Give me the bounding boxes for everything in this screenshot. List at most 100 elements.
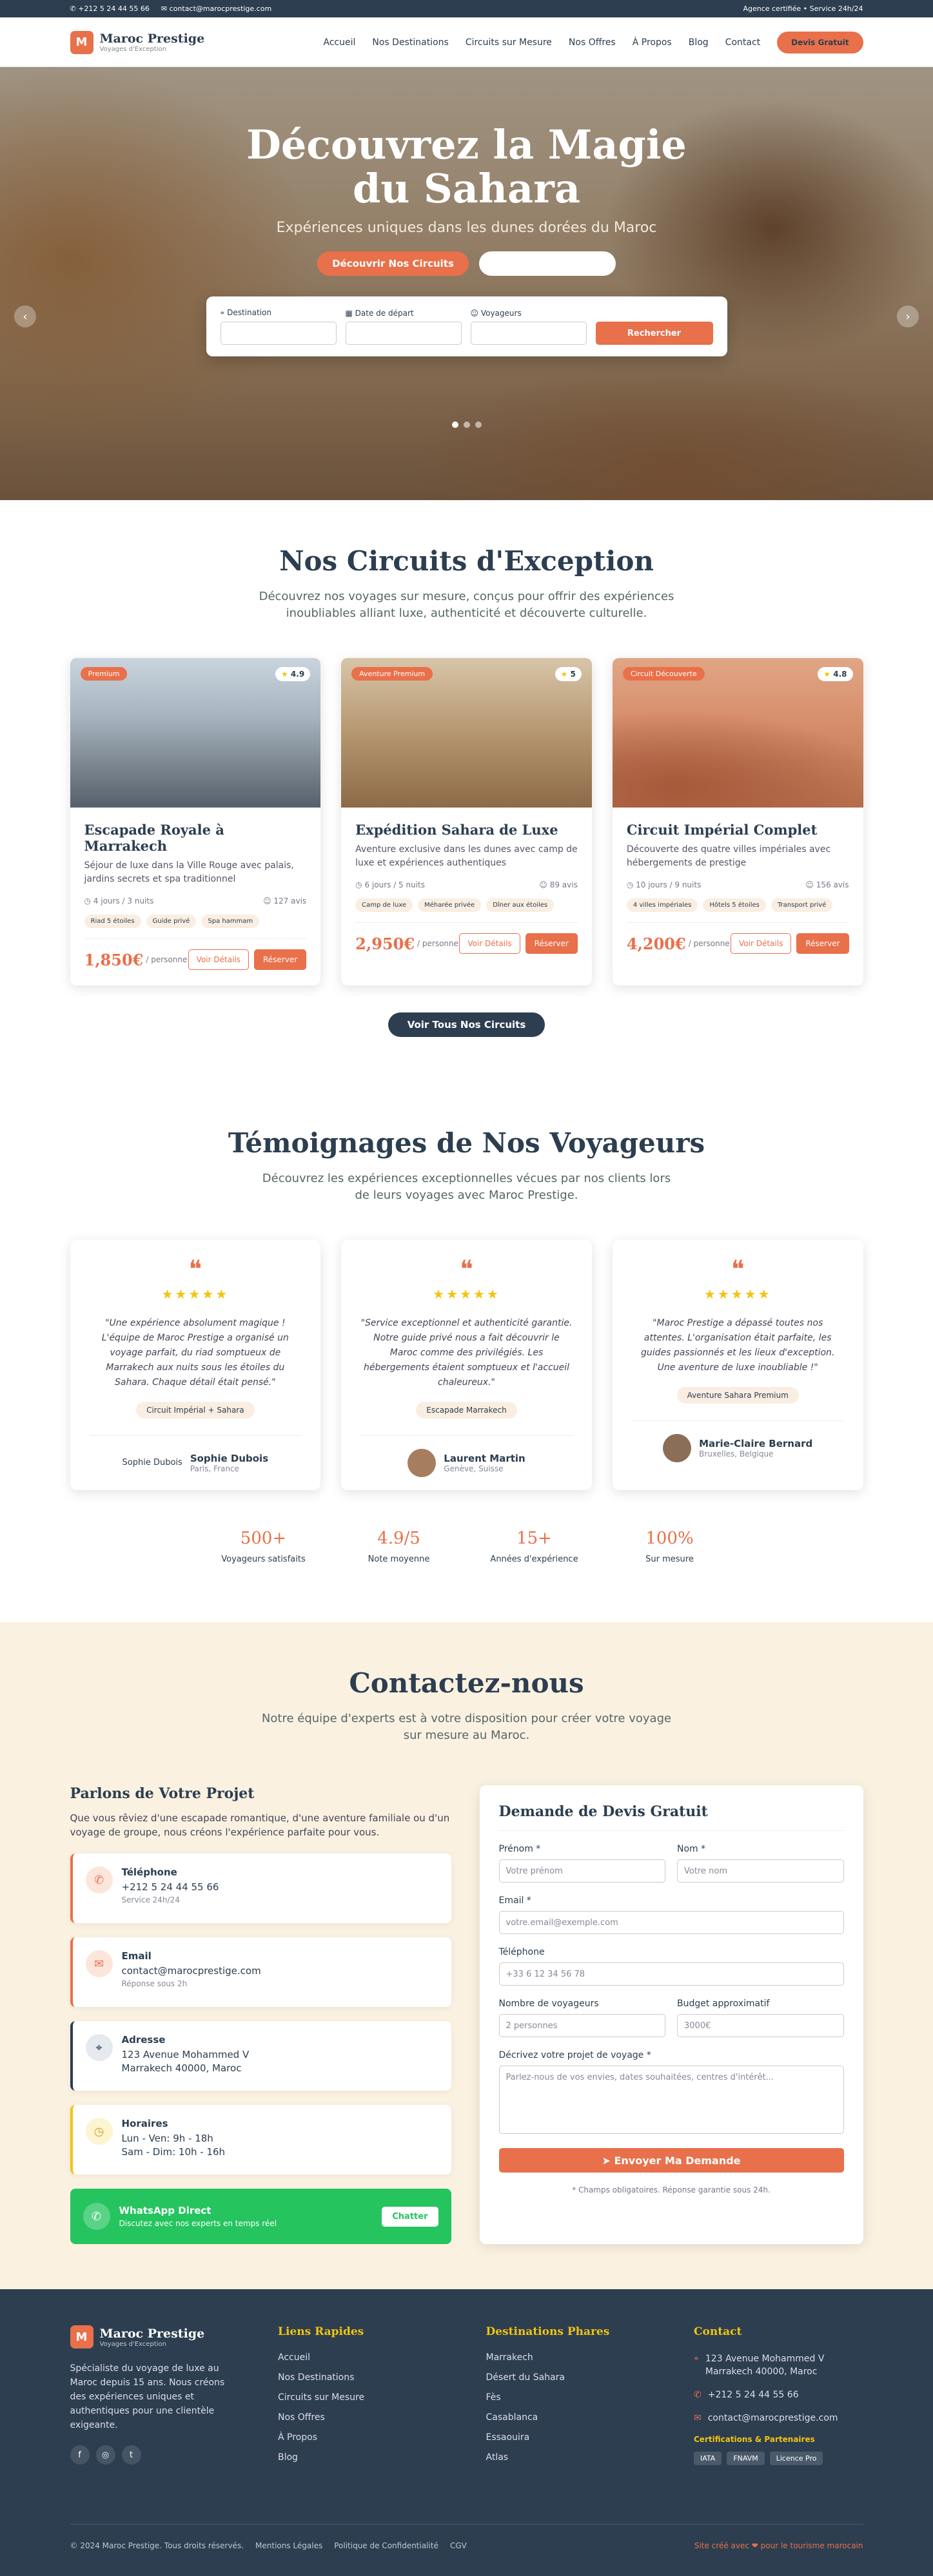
send-button[interactable]: ➤ Envoyer Ma Demande (498, 2148, 844, 2173)
reviews-text: 89 avis (549, 880, 578, 889)
contact-phone[interactable]: ✆ Téléphone +212 5 24 44 55 66 Service 24h… (70, 1854, 451, 1923)
price-per: / personne (688, 939, 730, 948)
testimonial-tag: Circuit Impérial + Sahara (136, 1402, 255, 1419)
book-button[interactable]: Réserver (796, 933, 849, 954)
footer-phone[interactable]: ✆ +212 5 24 44 55 66 (694, 2388, 863, 2401)
circuit-card[interactable]: Aventure Premium ★ 5 Expédition Sahara d… (341, 658, 592, 985)
chat-button[interactable]: Chatter (382, 2206, 438, 2227)
instagram-icon[interactable]: ◎ (95, 2445, 115, 2465)
facebook-icon[interactable]: f (70, 2445, 90, 2465)
footer-link[interactable]: Blog (278, 2452, 447, 2463)
footer-link[interactable]: Nos Destinations (278, 2372, 447, 2383)
carousel-dot[interactable] (451, 421, 458, 428)
phone-icon: ✆ (694, 2390, 702, 2400)
circuit-card[interactable]: Circuit Découverte ★ 4.8 Circuit Impéria… (612, 658, 863, 985)
project-textarea[interactable]: Parlez-nous de vos envies, dates souhait… (498, 2066, 844, 2134)
carousel-dots (451, 421, 482, 428)
travelers-select[interactable]: 2 personnes (498, 2014, 665, 2037)
author-city: Bruxelles, Belgique (699, 1449, 774, 1458)
nav-apropos[interactable]: À Propos (633, 37, 672, 48)
circuit-duration: ◷ 4 jours / 3 nuits (84, 896, 154, 905)
stat-label: Années d'expérience (490, 1554, 578, 1564)
nav-accueil[interactable]: Accueil (323, 37, 355, 48)
nav-blog[interactable]: Blog (689, 37, 709, 48)
search-button[interactable]: Rechercher (595, 322, 713, 345)
nav-contact[interactable]: Contact (725, 37, 760, 48)
hero-prev-icon[interactable]: ‹ (14, 305, 36, 327)
date-input[interactable] (345, 322, 462, 345)
book-button[interactable]: Réserver (254, 949, 307, 970)
book-button[interactable]: Réserver (525, 933, 578, 954)
footer-link[interactable]: Circuits sur Mesure (278, 2392, 447, 2403)
duration-text: 4 jours / 3 nuits (93, 896, 154, 905)
legal-link[interactable]: Mentions Légales (255, 2541, 322, 2550)
stars-icon: ★★★★★ (161, 1286, 230, 1302)
footer-destination[interactable]: Fès (486, 2392, 656, 2403)
phone-field[interactable]: +33 6 12 34 56 78 (498, 1962, 844, 1986)
footer-phone-text: +212 5 24 44 55 66 (707, 2390, 799, 2400)
circuit-card[interactable]: Premium ★ 4.9 Escapade Royale à Marrakec… (70, 658, 321, 985)
contact-title: Contactez-nous (349, 1667, 584, 1699)
testimonial-card: ❝ ★★★★★ "Une expérience absolument magiq… (70, 1240, 321, 1490)
firstname-label: Prénom * (498, 1844, 541, 1854)
details-button[interactable]: Voir Détails (188, 949, 249, 970)
top-right-text: Agence certifiée • Service 24h/24 (743, 5, 863, 13)
destination-input[interactable] (220, 322, 337, 345)
avatar: Sophie Dubois (122, 1449, 182, 1477)
footer-link[interactable]: Accueil (278, 2352, 447, 2363)
nav-circuits[interactable]: Circuits sur Mesure (466, 37, 552, 48)
circuit-tag: Camp de luxe (355, 898, 413, 912)
lastname-label: Nom * (677, 1844, 706, 1854)
footer: M Maroc Prestige Voyages d'Exception Spéc… (0, 2289, 933, 2576)
footer-destination[interactable]: Marrakech (486, 2352, 656, 2363)
twitter-icon[interactable]: t (121, 2445, 141, 2465)
travelers-input[interactable] (470, 322, 587, 345)
footer-destination[interactable]: Atlas (486, 2452, 656, 2463)
contact-email-note: Réponse sous 2h (121, 1979, 188, 1988)
email-field[interactable]: votre.email@exemple.com (498, 1911, 844, 1934)
footer-email[interactable]: ✉ contact@marocprestige.com (694, 2412, 863, 2425)
all-circuits-button[interactable]: Voir Tous Nos Circuits (388, 1012, 545, 1037)
top-email[interactable]: ✉ contact@marocprestige.com (161, 5, 271, 13)
contact-hours-title: Horaires (121, 2118, 168, 2129)
footer-logo-mark: M (70, 2325, 93, 2348)
details-button[interactable]: Voir Détails (731, 933, 792, 954)
contact-hours-weekend: Sam - Dim: 10h - 16h (121, 2146, 226, 2158)
circuit-badge: Premium (80, 667, 128, 681)
footer-link[interactable]: À Propos (278, 2432, 447, 2443)
contact-address: ⌖ Adresse 123 Avenue Mohammed V Marrakech … (70, 2021, 451, 2091)
stats-row: 500+ Voyageurs satisfaits 4.9/5 Note moyen… (70, 1529, 863, 1564)
logo[interactable]: M Maroc Prestige Voyages d'Exception (70, 30, 204, 54)
nav-offres[interactable]: Nos Offres (569, 37, 616, 48)
location-icon: ⌖ (694, 2354, 699, 2364)
travelers-label: ☺ Voyageurs (470, 309, 522, 318)
top-phone[interactable]: ✆ +212 5 24 44 55 66 (70, 5, 150, 13)
details-button[interactable]: Voir Détails (459, 933, 520, 954)
circuit-tag: Spa hammam (201, 915, 260, 928)
reviews-text: 156 avis (816, 880, 849, 889)
footer-link[interactable]: Nos Offres (278, 2412, 447, 2423)
quote-icon: ❝ (731, 1255, 745, 1283)
firstname-field[interactable]: Votre prénom (498, 1859, 665, 1883)
circuit-image: Premium ★ 4.9 (70, 658, 321, 808)
nav-destinations[interactable]: Nos Destinations (372, 37, 448, 48)
footer-destination[interactable]: Essaouira (486, 2432, 656, 2443)
footer-logo[interactable]: M Maroc Prestige Voyages d'Exception (70, 2325, 240, 2348)
footer-destination[interactable]: Désert du Sahara (486, 2372, 656, 2383)
carousel-dot[interactable] (463, 421, 470, 428)
circuit-reviews: ☺ 89 avis (539, 880, 578, 889)
circuit-rating: ★ 4.9 (275, 667, 311, 681)
lastname-field[interactable]: Votre nom (677, 1859, 844, 1883)
contact-email[interactable]: ✉ Email contact@marocprestige.com Réponse … (70, 1937, 451, 2007)
hero-secondary-button[interactable] (479, 251, 616, 276)
circuit-price: 4,200€ (626, 934, 686, 953)
quote-button[interactable]: Devis Gratuit (777, 31, 863, 53)
budget-select[interactable]: 3000€ (677, 2014, 844, 2037)
footer-destination[interactable]: Casablanca (486, 2412, 656, 2423)
discover-circuits-button[interactable]: Découvrir Nos Circuits (317, 251, 469, 276)
privacy-link[interactable]: Politique de Confidentialité (334, 2541, 438, 2550)
circuit-tag: Riad 5 étoiles (84, 915, 141, 928)
carousel-dot[interactable] (475, 421, 482, 428)
hero-next-icon[interactable]: › (897, 305, 919, 327)
cgv-link[interactable]: CGV (450, 2541, 467, 2550)
